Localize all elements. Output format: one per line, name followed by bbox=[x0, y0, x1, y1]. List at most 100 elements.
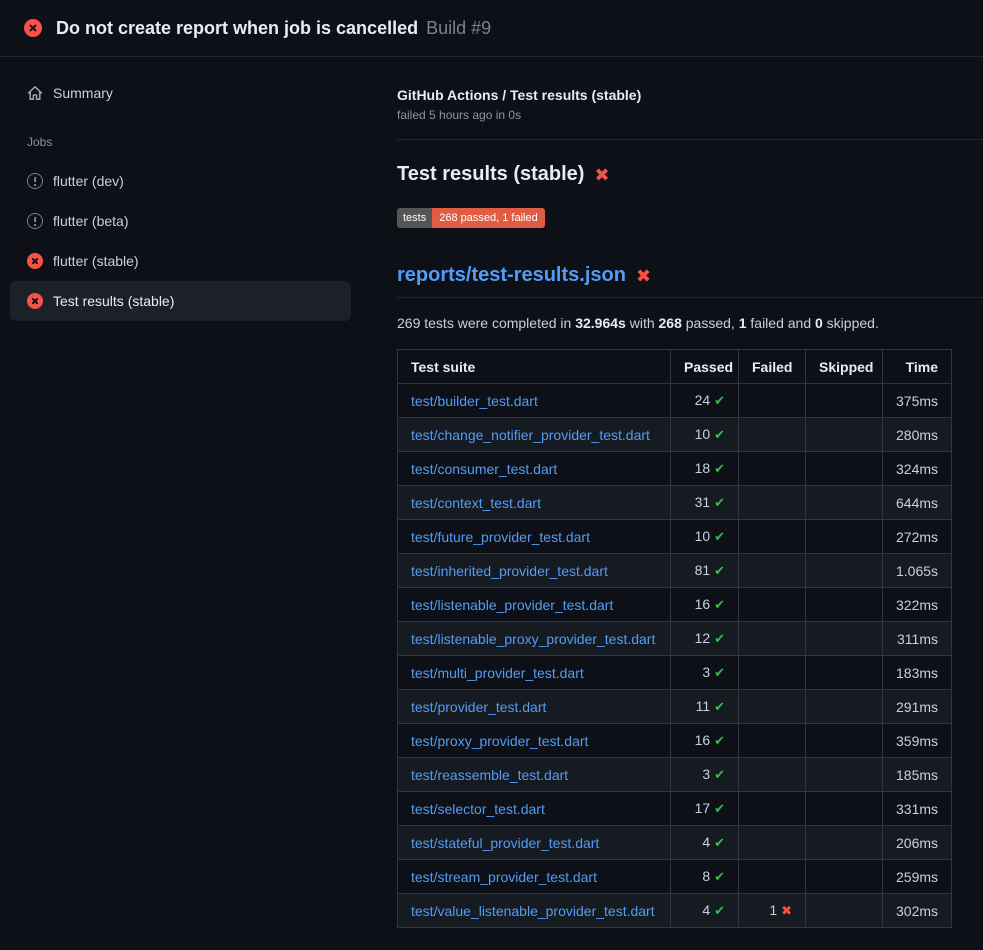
count-value: 17 bbox=[695, 800, 714, 816]
summary-line: 269 tests were completed in 32.964s with… bbox=[397, 315, 983, 331]
failed-cell bbox=[739, 758, 806, 792]
sidebar-item-label: flutter (stable) bbox=[53, 253, 139, 269]
suite-cell: test/provider_test.dart bbox=[398, 690, 671, 724]
count-value: 16 bbox=[695, 596, 714, 612]
suite-link[interactable]: test/value_listenable_provider_test.dart bbox=[411, 903, 655, 919]
check-icon: ✔ bbox=[714, 733, 725, 748]
badge-label: tests bbox=[397, 208, 432, 228]
sidebar-item-flutter-stable[interactable]: flutter (stable) bbox=[10, 241, 351, 281]
count-value: 4 bbox=[702, 834, 714, 850]
suite-link[interactable]: test/reassemble_test.dart bbox=[411, 767, 568, 783]
failed-status-icon bbox=[27, 253, 43, 269]
report-file-link[interactable]: reports/test-results.json bbox=[397, 264, 626, 287]
check-icon: ✔ bbox=[714, 835, 725, 850]
sidebar: Summary Jobs flutter (dev) flutter (beta… bbox=[0, 57, 381, 950]
suite-link[interactable]: test/builder_test.dart bbox=[411, 393, 538, 409]
col-header-time: Time bbox=[883, 350, 952, 384]
table-row: test/listenable_proxy_provider_test.dart… bbox=[398, 622, 952, 656]
suite-link[interactable]: test/change_notifier_provider_test.dart bbox=[411, 427, 650, 443]
suite-cell: test/inherited_provider_test.dart bbox=[398, 554, 671, 588]
skipped-cell bbox=[806, 792, 883, 826]
count-value: 4 bbox=[702, 902, 714, 918]
passed-cell: 16 ✔ bbox=[671, 724, 739, 758]
failed-cell bbox=[739, 588, 806, 622]
suite-link[interactable]: test/listenable_provider_test.dart bbox=[411, 597, 613, 613]
failed-x-icon: ✖ bbox=[594, 166, 609, 184]
suite-cell: test/stateful_provider_test.dart bbox=[398, 826, 671, 860]
table-row: test/multi_provider_test.dart 3 ✔ 183ms bbox=[398, 656, 952, 690]
suite-cell: test/reassemble_test.dart bbox=[398, 758, 671, 792]
summary-passed-count: 268 bbox=[659, 315, 682, 331]
col-header-failed: Failed bbox=[739, 350, 806, 384]
count-value: 18 bbox=[695, 460, 714, 476]
sidebar-item-flutter-dev[interactable]: flutter (dev) bbox=[10, 161, 351, 201]
check-icon: ✔ bbox=[714, 801, 725, 816]
check-icon: ✔ bbox=[714, 495, 725, 510]
sidebar-item-test-results-stable[interactable]: Test results (stable) bbox=[10, 281, 351, 321]
time-cell: 183ms bbox=[883, 656, 952, 690]
suite-link[interactable]: test/inherited_provider_test.dart bbox=[411, 563, 608, 579]
sidebar-item-label: Test results (stable) bbox=[53, 293, 174, 309]
time-cell: 311ms bbox=[883, 622, 952, 656]
sidebar-item-label: flutter (dev) bbox=[53, 173, 124, 189]
main-content: GitHub Actions / Test results (stable) f… bbox=[381, 57, 983, 950]
sidebar-item-flutter-beta[interactable]: flutter (beta) bbox=[10, 201, 351, 241]
skipped-cell bbox=[806, 554, 883, 588]
check-icon: ✔ bbox=[714, 665, 725, 680]
suite-cell: test/context_test.dart bbox=[398, 486, 671, 520]
failed-cell bbox=[739, 792, 806, 826]
suite-link[interactable]: test/listenable_proxy_provider_test.dart bbox=[411, 631, 655, 647]
sidebar-item-summary[interactable]: Summary bbox=[10, 73, 351, 113]
suite-cell: test/builder_test.dart bbox=[398, 384, 671, 418]
suite-cell: test/selector_test.dart bbox=[398, 792, 671, 826]
check-icon: ✔ bbox=[714, 699, 725, 714]
suite-link[interactable]: test/future_provider_test.dart bbox=[411, 529, 590, 545]
count-value: 10 bbox=[695, 426, 714, 442]
failed-cell bbox=[739, 690, 806, 724]
passed-cell: 10 ✔ bbox=[671, 520, 739, 554]
build-number: Build #9 bbox=[426, 18, 491, 39]
count-value: 16 bbox=[695, 732, 714, 748]
check-icon: ✔ bbox=[714, 631, 725, 646]
table-row: test/selector_test.dart17 ✔331ms bbox=[398, 792, 952, 826]
suite-link[interactable]: test/selector_test.dart bbox=[411, 801, 545, 817]
failed-cell bbox=[739, 724, 806, 758]
failed-cell bbox=[739, 554, 806, 588]
skipped-cell bbox=[806, 622, 883, 656]
count-value: 3 bbox=[702, 664, 714, 680]
time-cell: 322ms bbox=[883, 588, 952, 622]
failed-status-icon bbox=[27, 293, 43, 309]
divider bbox=[397, 139, 983, 140]
suite-link[interactable]: test/consumer_test.dart bbox=[411, 461, 557, 477]
suite-cell: test/multi_provider_test.dart bbox=[398, 656, 671, 690]
suite-link[interactable]: test/proxy_provider_test.dart bbox=[411, 733, 588, 749]
time-cell: 1.065s bbox=[883, 554, 952, 588]
badge-value: 268 passed, 1 failed bbox=[432, 208, 544, 228]
summary-failed-count: 1 bbox=[739, 315, 747, 331]
suite-link[interactable]: test/provider_test.dart bbox=[411, 699, 546, 715]
passed-cell: 4 ✔ bbox=[671, 894, 739, 928]
suite-link[interactable]: test/multi_provider_test.dart bbox=[411, 665, 584, 681]
check-icon: ✔ bbox=[714, 393, 725, 408]
passed-cell: 81 ✔ bbox=[671, 554, 739, 588]
time-cell: 272ms bbox=[883, 520, 952, 554]
failed-cell bbox=[739, 860, 806, 894]
failed-cell bbox=[739, 452, 806, 486]
x-icon: ✖ bbox=[781, 903, 792, 918]
suite-link[interactable]: test/stateful_provider_test.dart bbox=[411, 835, 599, 851]
suite-link[interactable]: test/stream_provider_test.dart bbox=[411, 869, 597, 885]
table-row: test/stateful_provider_test.dart4 ✔206ms bbox=[398, 826, 952, 860]
table-row: test/reassemble_test.dart3 ✔185ms bbox=[398, 758, 952, 792]
count-value: 31 bbox=[695, 494, 714, 510]
passed-cell: 16 ✔ bbox=[671, 588, 739, 622]
suite-link[interactable]: test/context_test.dart bbox=[411, 495, 541, 511]
count-value: 81 bbox=[695, 562, 714, 578]
count-value: 8 bbox=[702, 868, 714, 884]
passed-cell: 10 ✔ bbox=[671, 418, 739, 452]
table-header-row: Test suite Passed Failed Skipped Time bbox=[398, 350, 952, 384]
section-title: Test results (stable) ✖ bbox=[397, 163, 983, 186]
skipped-cell bbox=[806, 826, 883, 860]
summary-text: skipped. bbox=[823, 315, 879, 331]
check-icon: ✔ bbox=[714, 461, 725, 476]
failed-cell bbox=[739, 656, 806, 690]
